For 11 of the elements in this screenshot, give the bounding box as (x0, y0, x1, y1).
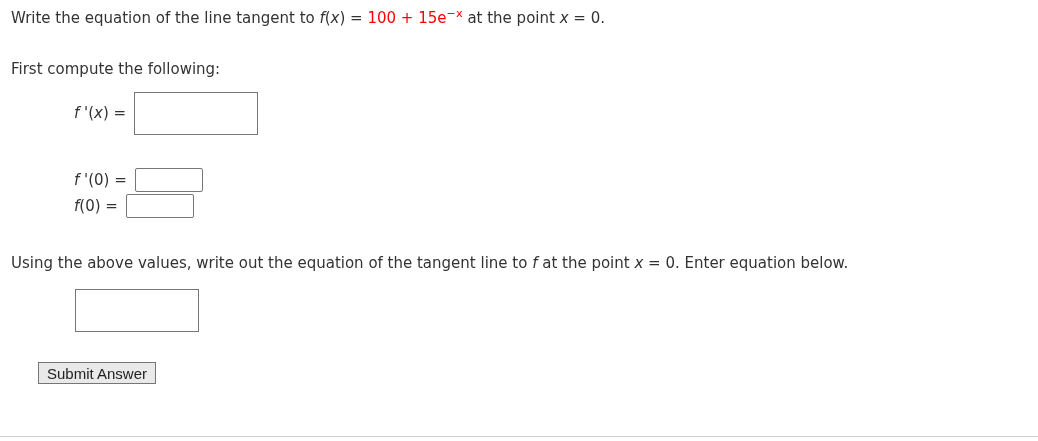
submit-button[interactable]: Submit Answer (38, 361, 157, 384)
answer-field[interactable] (134, 92, 259, 135)
answer-field[interactable] (125, 194, 194, 218)
answer-label: f '(0) = (74, 169, 127, 191)
answer-field[interactable] (134, 168, 203, 192)
answer-label: f '(x) = (74, 103, 127, 125)
question-text: Write the equation of the line tangent to f(x) = 100 + 15e$^{−x}$ at the point x = 0. (11, 7, 606, 29)
intro-text: First compute the following: (11, 58, 222, 80)
answer-label: f(0) = (74, 195, 118, 217)
instruction-text: Using the above values, write out the equation of the tangent line to f at the point x = 0. Enter equation below. (11, 253, 850, 274)
equation-field[interactable] (75, 288, 199, 332)
